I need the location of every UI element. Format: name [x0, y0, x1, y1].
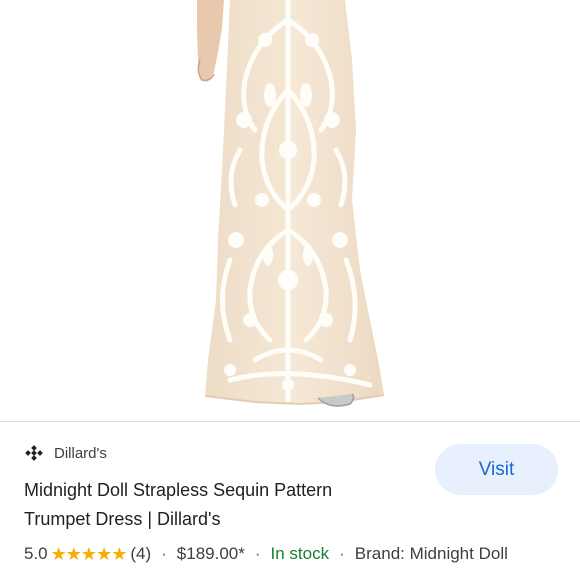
product-title-line-1: Midnight Doll Strapless Sequin Pattern	[24, 480, 333, 500]
separator: ·	[254, 544, 261, 563]
visit-button[interactable]: Visit	[435, 444, 558, 495]
search-result-page: Dillard's Visit Midnight Doll Strapless …	[0, 0, 580, 580]
separator: ·	[339, 544, 345, 563]
price: $189.00*	[176, 544, 245, 563]
rating-value: 5.0	[24, 544, 48, 563]
dress-illustration	[197, 0, 385, 407]
rating-stars-icon: ★★★★★	[50, 543, 128, 564]
dillards-logo-icon	[24, 442, 46, 464]
availability-status: In stock	[270, 544, 330, 563]
review-count[interactable]: (4)	[130, 544, 151, 564]
arm-shape	[197, 0, 224, 82]
source-name[interactable]: Dillard's	[54, 445, 107, 462]
product-title-line-2: Trumpet Dress | Dillard's	[24, 509, 221, 529]
separator: ·	[161, 544, 167, 563]
source-row[interactable]: Dillard's	[24, 441, 107, 465]
brand-label: Brand: Midnight Doll	[354, 544, 508, 563]
product-meta-row: 5.0 ★★★★★ (4) · $189.00* · In stock · Br…	[24, 541, 508, 567]
product-title[interactable]: Midnight Doll Strapless Sequin Pattern T…	[24, 476, 424, 534]
product-image[interactable]	[0, 0, 580, 420]
divider	[0, 421, 580, 422]
